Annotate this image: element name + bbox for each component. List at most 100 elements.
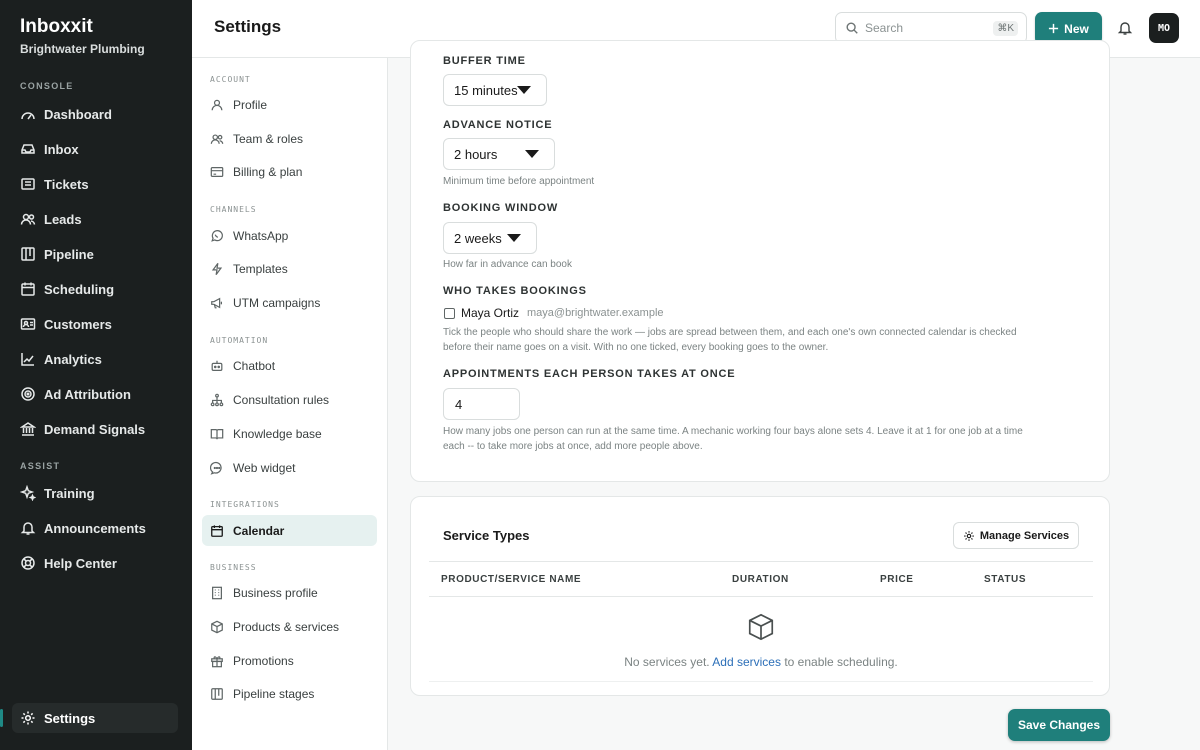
rail-item-help-center[interactable]: Help Center <box>12 548 178 578</box>
left-rail: Inboxxit Brightwater Plumbing CONSOLE Da… <box>0 0 192 750</box>
settings-item-team-roles[interactable]: Team & roles <box>202 123 377 154</box>
settings-item-label: Products & services <box>233 619 340 634</box>
notifications-bell-icon[interactable] <box>1112 14 1138 42</box>
settings-item-label: Knowledge base <box>233 426 322 441</box>
rail-item-scheduling[interactable]: Scheduling <box>12 274 178 304</box>
bell-icon <box>20 520 36 536</box>
settings-section-integrations: INTEGRATIONS <box>210 500 280 509</box>
page-title: Settings <box>214 17 282 36</box>
person-email: maya@brightwater.example <box>527 307 664 319</box>
search-shortcut: ⌘K <box>993 20 1018 36</box>
chevron-down-icon <box>507 234 521 242</box>
rail-item-inbox[interactable]: Inbox <box>12 134 178 164</box>
column-header-duration[interactable]: DURATION <box>732 574 789 585</box>
settings-item-whatsapp[interactable]: WhatsApp <box>202 220 377 251</box>
advance-notice-select[interactable]: 2 hours <box>443 138 555 170</box>
column-header-status[interactable]: STATUS <box>984 574 1026 585</box>
rail-item-announcements[interactable]: Announcements <box>12 513 178 543</box>
settings-item-templates[interactable]: Templates <box>202 253 377 284</box>
chevron-down-icon <box>525 150 539 158</box>
dashboard-icon <box>20 106 36 122</box>
add-services-link[interactable]: Add services <box>712 655 781 669</box>
capacity-input[interactable]: 4 <box>443 388 520 420</box>
gear-icon <box>20 710 36 726</box>
settings-item-calendar[interactable]: Calendar <box>202 515 377 546</box>
rail-item-label: Tickets <box>44 176 89 192</box>
settings-item-billing-plan[interactable]: Billing & plan <box>202 156 377 187</box>
settings-item-knowledge-base[interactable]: Knowledge base <box>202 418 377 449</box>
settings-item-promotions[interactable]: Promotions <box>202 645 377 676</box>
chevron-down-icon <box>517 86 531 94</box>
plus-icon <box>1048 23 1059 34</box>
trend-icon <box>20 351 36 367</box>
capacity-label: APPOINTMENTS EACH PERSON TAKES AT ONCE <box>443 368 736 380</box>
rail-item-analytics[interactable]: Analytics <box>12 344 178 374</box>
table-divider <box>429 681 1093 682</box>
empty-state-suffix: to enable scheduling. <box>784 655 898 669</box>
settings-item-label: Promotions <box>233 653 294 668</box>
rail-section-assist: ASSIST <box>20 461 61 471</box>
settings-item-web-widget[interactable]: Web widget <box>202 452 377 483</box>
rail-item-label: Help Center <box>44 555 117 571</box>
rail-item-ad-attribution[interactable]: Ad Attribution <box>12 379 178 409</box>
contact-card-icon <box>20 316 36 332</box>
calendar-icon <box>20 281 36 297</box>
column-header-price[interactable]: PRICE <box>880 574 914 585</box>
scheduling-settings-card: BUFFER TIME 15 minutes ADVANCE NOTICE 2 … <box>410 40 1110 482</box>
service-types-title: Service Types <box>443 528 530 543</box>
capacity-help-line1: How many jobs one person can run at the … <box>443 426 1023 437</box>
rail-item-label: Announcements <box>44 520 146 536</box>
booking-window-select[interactable]: 2 weeks <box>443 222 537 254</box>
box-icon <box>210 620 224 634</box>
settings-item-label: Calendar <box>233 523 285 538</box>
whatsapp-icon <box>210 229 224 243</box>
users-icon <box>20 211 36 227</box>
rail-item-tickets[interactable]: Tickets <box>12 169 178 199</box>
advance-notice-help: Minimum time before appointment <box>443 176 595 187</box>
rail-item-label: Leads <box>44 211 82 227</box>
manage-services-label: Manage Services <box>979 529 1070 542</box>
settings-item-consultation-rules[interactable]: Consultation rules <box>202 384 377 415</box>
column-header-name[interactable]: PRODUCT/SERVICE NAME <box>441 574 581 585</box>
settings-section-channels: CHANNELS <box>210 205 257 214</box>
avatar[interactable]: MO <box>1149 13 1179 43</box>
rail-item-demand-signals[interactable]: Demand Signals <box>12 414 178 444</box>
settings-item-business-profile[interactable]: Business profile <box>202 577 377 608</box>
save-changes-button[interactable]: Save Changes <box>1008 709 1110 741</box>
box-icon <box>745 611 777 643</box>
advance-notice-value: 2 hours <box>454 146 498 162</box>
manage-services-button[interactable]: Manage Services <box>953 522 1079 549</box>
person-name[interactable]: Maya Ortiz <box>461 306 519 320</box>
buffer-time-select[interactable]: 15 minutes <box>443 74 547 106</box>
settings-item-label: Templates <box>233 261 288 276</box>
bank-icon <box>20 421 36 437</box>
settings-item-pipeline-stages[interactable]: Pipeline stages <box>202 678 377 709</box>
rail-item-customers[interactable]: Customers <box>12 309 178 339</box>
advance-notice-label: ADVANCE NOTICE <box>443 119 553 131</box>
settings-item-profile[interactable]: Profile <box>202 89 377 120</box>
calendar-icon <box>210 524 224 538</box>
robot-icon <box>210 359 224 373</box>
rail-item-training[interactable]: Training <box>12 478 178 508</box>
rail-item-pipeline[interactable]: Pipeline <box>12 239 178 269</box>
service-types-card: Service Types Manage Services PRODUCT/SE… <box>410 496 1110 696</box>
search-icon <box>845 21 859 35</box>
rail-item-label: Pipeline <box>44 246 94 262</box>
settings-item-label: UTM campaigns <box>233 295 321 310</box>
rail-item-dashboard[interactable]: Dashboard <box>12 99 178 129</box>
search-placeholder: Search <box>865 21 904 35</box>
settings-item-utm-campaigns[interactable]: UTM campaigns <box>202 287 377 318</box>
settings-item-label: Pipeline stages <box>233 686 315 701</box>
person-checkbox[interactable] <box>444 308 455 319</box>
building-icon <box>210 586 224 600</box>
app-name[interactable]: Inboxxit <box>20 16 93 38</box>
settings-item-chatbot[interactable]: Chatbot <box>202 350 377 381</box>
rail-item-leads[interactable]: Leads <box>12 204 178 234</box>
rail-item-label: Demand Signals <box>44 421 146 437</box>
empty-state-text: No services yet. Add services to enable … <box>411 655 1111 669</box>
settings-item-label: Business profile <box>233 585 318 600</box>
booking-window-label: BOOKING WINDOW <box>443 202 559 214</box>
rail-item-settings[interactable]: Settings <box>0 703 178 733</box>
rail-item-label: Training <box>44 485 95 501</box>
settings-item-products-services[interactable]: Products & services <box>202 611 377 642</box>
